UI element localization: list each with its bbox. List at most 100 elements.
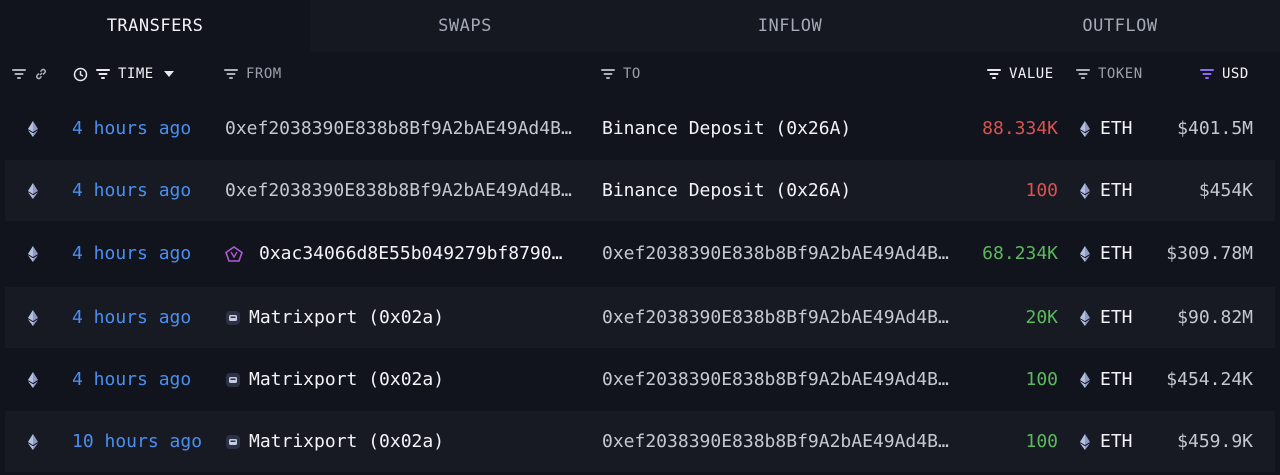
ethereum-icon [1080,309,1090,326]
table-row[interactable]: 4 hours ago 0xef2038390E838b8Bf9A2bAE49Ad… [5,98,1275,159]
from-label: 0xac34066d8E55b049279bf8790… [259,243,563,264]
token-label: ETH [1100,307,1133,328]
token-cell[interactable]: ETH [1080,223,1133,284]
ethereum-icon [1080,182,1090,199]
ethereum-icon [28,182,38,199]
to-cell[interactable]: 0xef2038390E838b8Bf9A2bAE49Ad4B… [602,349,949,410]
token-cell[interactable]: ETH [1080,287,1133,348]
token-cell[interactable]: ETH [1080,98,1133,159]
to-label: Binance Deposit (0x26A) [602,118,852,139]
value-cell: 100 [1025,369,1058,390]
to-column-header[interactable]: TO [601,52,641,96]
value-cell: 88.334K [982,118,1058,139]
matrixport-icon [225,434,241,450]
token-column-header[interactable]: TOKEN [1076,52,1143,96]
from-cell[interactable]: 0xef2038390E838b8Bf9A2bAE49Ad4B… [225,98,572,159]
tab-outflow[interactable]: OUTFLOW [960,0,1280,52]
to-cell[interactable]: 0xef2038390E838b8Bf9A2bAE49Ad4B… [602,411,949,472]
ethereum-icon [28,120,38,137]
token-label: ETH [1100,118,1133,139]
to-label: 0xef2038390E838b8Bf9A2bAE49Ad4B… [602,431,949,452]
time-link[interactable]: 10 hours ago [72,411,202,472]
tab-swaps[interactable]: SWAPS [310,0,620,52]
token-cell[interactable]: ETH [1080,160,1133,221]
filter-icon [96,69,110,79]
table-row[interactable]: 4 hours ago Matrixport (0x02a) 0xef2038390… [5,349,1275,410]
tab-transfers[interactable]: TRANSFERS [0,0,310,52]
ethereum-icon [28,245,38,262]
from-cell[interactable]: Matrixport (0x02a) [225,349,444,410]
value-cell: 68.234K [982,243,1058,264]
filter-icon [1200,69,1214,79]
token-label: ETH [1100,369,1133,390]
token-header-label: TOKEN [1098,66,1143,82]
link-icon [36,68,46,80]
table-row[interactable]: 4 hours ago 0xac34066d8E55b049279bf8790… 0… [5,223,1275,284]
from-cell[interactable]: 0xef2038390E838b8Bf9A2bAE49Ad4B… [225,160,572,221]
ethereum-icon [28,371,38,388]
chain-cell [28,287,38,348]
filter-icon [601,69,615,79]
from-header-label: FROM [246,66,282,82]
from-cell[interactable]: 0xac34066d8E55b049279bf8790… [225,223,562,284]
time-column-header[interactable]: TIME [73,52,174,96]
ethereum-icon [1080,120,1090,137]
from-label: Matrixport (0x02a) [249,369,445,390]
chain-cell [28,98,38,159]
token-label: ETH [1100,180,1133,201]
usd-cell: $309.78M [1166,243,1253,264]
usd-column-header[interactable]: USD [1200,52,1249,96]
chain-cell [28,411,38,472]
to-cell[interactable]: Binance Deposit (0x26A) [602,160,851,221]
table-header: TIME FROM TO VALUE TOKEN USD [0,52,1280,96]
chain-cell [28,223,38,284]
value-column-header[interactable]: VALUE [987,52,1054,96]
filter-icon [224,69,238,79]
usd-cell: $459.9K [1177,431,1253,452]
from-cell[interactable]: Matrixport (0x02a) [225,411,444,472]
time-link[interactable]: 4 hours ago [72,349,191,410]
table-row[interactable]: 4 hours ago Matrixport (0x02a) 0xef2038390… [5,287,1275,348]
value-cell: 100 [1025,180,1058,201]
time-link[interactable]: 4 hours ago [72,98,191,159]
tab-inflow[interactable]: INFLOW [620,0,960,52]
token-cell[interactable]: ETH [1080,349,1133,410]
token-cell[interactable]: ETH [1080,411,1133,472]
caret-down-icon [163,71,174,77]
time-link[interactable]: 4 hours ago [72,160,191,221]
chain-filter[interactable] [12,52,48,96]
to-label: 0xef2038390E838b8Bf9A2bAE49Ad4B… [602,307,949,328]
time-link[interactable]: 4 hours ago [72,287,191,348]
matrixport-icon [225,310,241,326]
table-row[interactable]: 10 hours ago Matrixport (0x02a) 0xef203839… [5,411,1275,472]
from-label: Matrixport (0x02a) [249,307,445,328]
value-header-label: VALUE [1009,66,1054,82]
usd-header-label: USD [1222,66,1249,82]
ethereum-icon [1080,433,1090,450]
clock-icon [73,67,88,81]
token-label: ETH [1100,243,1133,264]
from-cell[interactable]: Matrixport (0x02a) [225,287,444,348]
time-header-label: TIME [118,66,154,82]
from-column-header[interactable]: FROM [224,52,282,96]
to-cell[interactable]: 0xef2038390E838b8Bf9A2bAE49Ad4B… [602,287,949,348]
value-cell: 100 [1025,431,1058,452]
usd-cell: $454K [1198,180,1253,201]
chain-cell [28,160,38,221]
filter-icon [1076,69,1090,79]
ethereum-icon [1080,371,1090,388]
to-cell[interactable]: Binance Deposit (0x26A) [602,98,851,159]
token-label: ETH [1100,431,1133,452]
to-label: 0xef2038390E838b8Bf9A2bAE49Ad4B… [602,369,949,390]
filter-icon [987,69,1001,79]
to-label: Binance Deposit (0x26A) [602,180,852,201]
value-cell: 20K [1025,307,1058,328]
to-label: 0xef2038390E838b8Bf9A2bAE49Ad4B… [602,243,949,264]
matrixport-icon [225,372,241,388]
pentagon-icon [225,245,243,262]
to-cell[interactable]: 0xef2038390E838b8Bf9A2bAE49Ad4B… [602,223,949,284]
chain-cell [28,349,38,410]
table-row[interactable]: 4 hours ago 0xef2038390E838b8Bf9A2bAE49Ad… [5,160,1275,221]
from-label: 0xef2038390E838b8Bf9A2bAE49Ad4B… [225,118,572,139]
time-link[interactable]: 4 hours ago [72,223,191,284]
